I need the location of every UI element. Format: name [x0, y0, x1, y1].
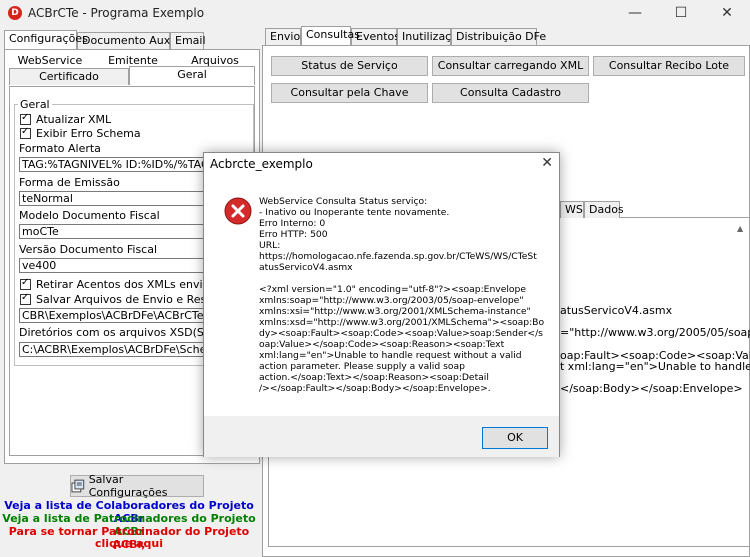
geral-group-label: Geral [18, 98, 52, 111]
message-line: /></soap:Fault></soap:Body></soap:Envelo… [259, 383, 491, 394]
exibir-erro-schema-checkbox[interactable]: Exibir Erro Schema [20, 126, 141, 140]
memo-line: t xml:lang="en">Unable to handle [560, 360, 750, 373]
tab-ws[interactable]: WS [560, 201, 584, 218]
message-line: WebService Consulta Status serviço: [259, 196, 428, 207]
status-servico-button[interactable]: Status de Serviço [271, 56, 428, 76]
consulta-cadastro-button[interactable]: Consulta Cadastro [432, 83, 589, 103]
message-line: xmlns:xsd="http://www.w3.org/2001/XMLSch… [259, 317, 545, 328]
checkbox-checked-icon[interactable] [20, 292, 31, 305]
response-tabstrip: WS Dados [560, 201, 740, 218]
message-line: Erro HTTP: 500 [259, 229, 328, 240]
error-icon [224, 197, 252, 225]
versao-documento-label: Versão Documento Fiscal [19, 243, 158, 256]
message-line: <?xml version="1.0" encoding="utf-8"?><s… [259, 284, 527, 295]
message-line: xml:lang="en">Unable to handle request w… [259, 350, 522, 361]
save-config-label: Salvar Configurações [88, 473, 168, 499]
consultar-xml-button[interactable]: Consultar carregando XML [432, 56, 589, 76]
error-dialog: Acbrcte_exemplo ✕ WebService Consulta St… [203, 152, 560, 457]
tab-geral[interactable]: Geral [129, 66, 255, 85]
dialog-message: WebService Consulta Status serviço: - In… [259, 196, 555, 394]
consultar-recibo-button[interactable]: Consultar Recibo Lote [593, 56, 745, 76]
tab-documento-auxiliar[interactable]: Documento Auxiliar [77, 32, 191, 49]
save-config-icon [71, 479, 85, 493]
memo-line: </soap:Body></soap:Envelope> [560, 382, 743, 395]
message-line: atusServicoV4.asmx [259, 262, 353, 273]
memo-line: atusServicoV4.asmx [560, 304, 673, 317]
message-line: action.</soap:Text></soap:Reason><soap:D… [259, 372, 489, 383]
modelo-documento-label: Modelo Documento Fiscal [19, 209, 160, 222]
retirar-acentos-label: Retirar Acentos dos XMLs enviados [36, 277, 229, 291]
checkbox-checked-icon[interactable] [20, 112, 31, 125]
message-line: xmlns:soap="http://www.w3.org/2003/05/so… [259, 295, 524, 306]
tab-envios[interactable]: Envios [265, 28, 306, 45]
message-line: dy><soap:Fault><soap:Code><soap:Value>so… [259, 328, 543, 339]
atualizar-xml-checkbox[interactable]: Atualizar XML [20, 112, 111, 126]
memo-line: ="http://www.w3.org/2005/05/soap- [560, 326, 750, 339]
exibir-erro-schema-label: Exibir Erro Schema [36, 126, 141, 140]
message-line [259, 273, 555, 284]
window-title: ACBrCTe - Programa Exemplo [28, 6, 205, 20]
tab-email[interactable]: Email [170, 32, 206, 49]
message-line: https://homologacao.nfe.fazenda.sp.gov.b… [259, 251, 537, 262]
atualizar-xml-label: Atualizar XML [36, 112, 112, 126]
tab-dados[interactable]: Dados [584, 201, 624, 218]
left-tabstrip: Configurações Documento Auxiliar Email [4, 30, 258, 50]
dialog-close-button[interactable]: ✕ [541, 155, 553, 171]
scroll-up-arrow-icon[interactable]: ▲ [737, 224, 747, 233]
tab-consultas[interactable]: Consultas [301, 26, 360, 45]
tab-inutilizacao[interactable]: Inutilização [397, 28, 465, 45]
message-line: - Inativo ou Inoperante tente novamente. [259, 207, 450, 218]
title-bar: D ACBrCTe - Programa Exemplo — ☐ ✕ [0, 0, 750, 26]
tab-configuracoes[interactable]: Configurações [4, 30, 88, 49]
minimize-button[interactable]: — [612, 0, 658, 26]
retirar-acentos-checkbox[interactable]: Retirar Acentos dos XMLs enviados [20, 277, 229, 291]
acbr-app-icon: D [8, 6, 22, 20]
message-line: URL: [259, 240, 281, 251]
tab-distribuicao-dfe[interactable]: Distribuição DFe [451, 28, 546, 45]
message-line: xmlns:xsi="http://www.w3.org/2001/XMLSch… [259, 306, 531, 317]
consultar-chave-button[interactable]: Consultar pela Chave [271, 83, 428, 103]
forma-emissao-label: Forma de Emissão [19, 176, 120, 189]
message-line: Erro Interno: 0 [259, 218, 326, 229]
dialog-title-bar: Acbrcte_exemplo ✕ [204, 153, 559, 175]
ok-button[interactable]: OK [482, 427, 548, 449]
salvar-configuracoes-button[interactable]: Salvar Configurações [70, 473, 204, 499]
close-window-button[interactable]: ✕ [704, 0, 750, 26]
formato-alerta-label: Formato Alerta [19, 142, 101, 155]
checkbox-checked-icon[interactable] [20, 277, 31, 290]
dialog-title: Acbrcte_exemplo [210, 157, 313, 171]
subtabs-row-2: Certificado Geral [9, 66, 257, 86]
checkbox-checked-icon[interactable] [20, 126, 31, 139]
right-tabstrip: Envios Consultas Eventos Inutilização Di… [265, 26, 565, 46]
maximize-button[interactable]: ☐ [658, 0, 704, 26]
tab-certificado[interactable]: Certificado [9, 68, 129, 85]
clique-aqui-link[interactable]: clique aqui [0, 537, 258, 550]
message-line: oap:Value></soap:Code><soap:Reason><soap… [259, 339, 505, 350]
message-line: action parameter. Please supply a valid … [259, 361, 465, 372]
